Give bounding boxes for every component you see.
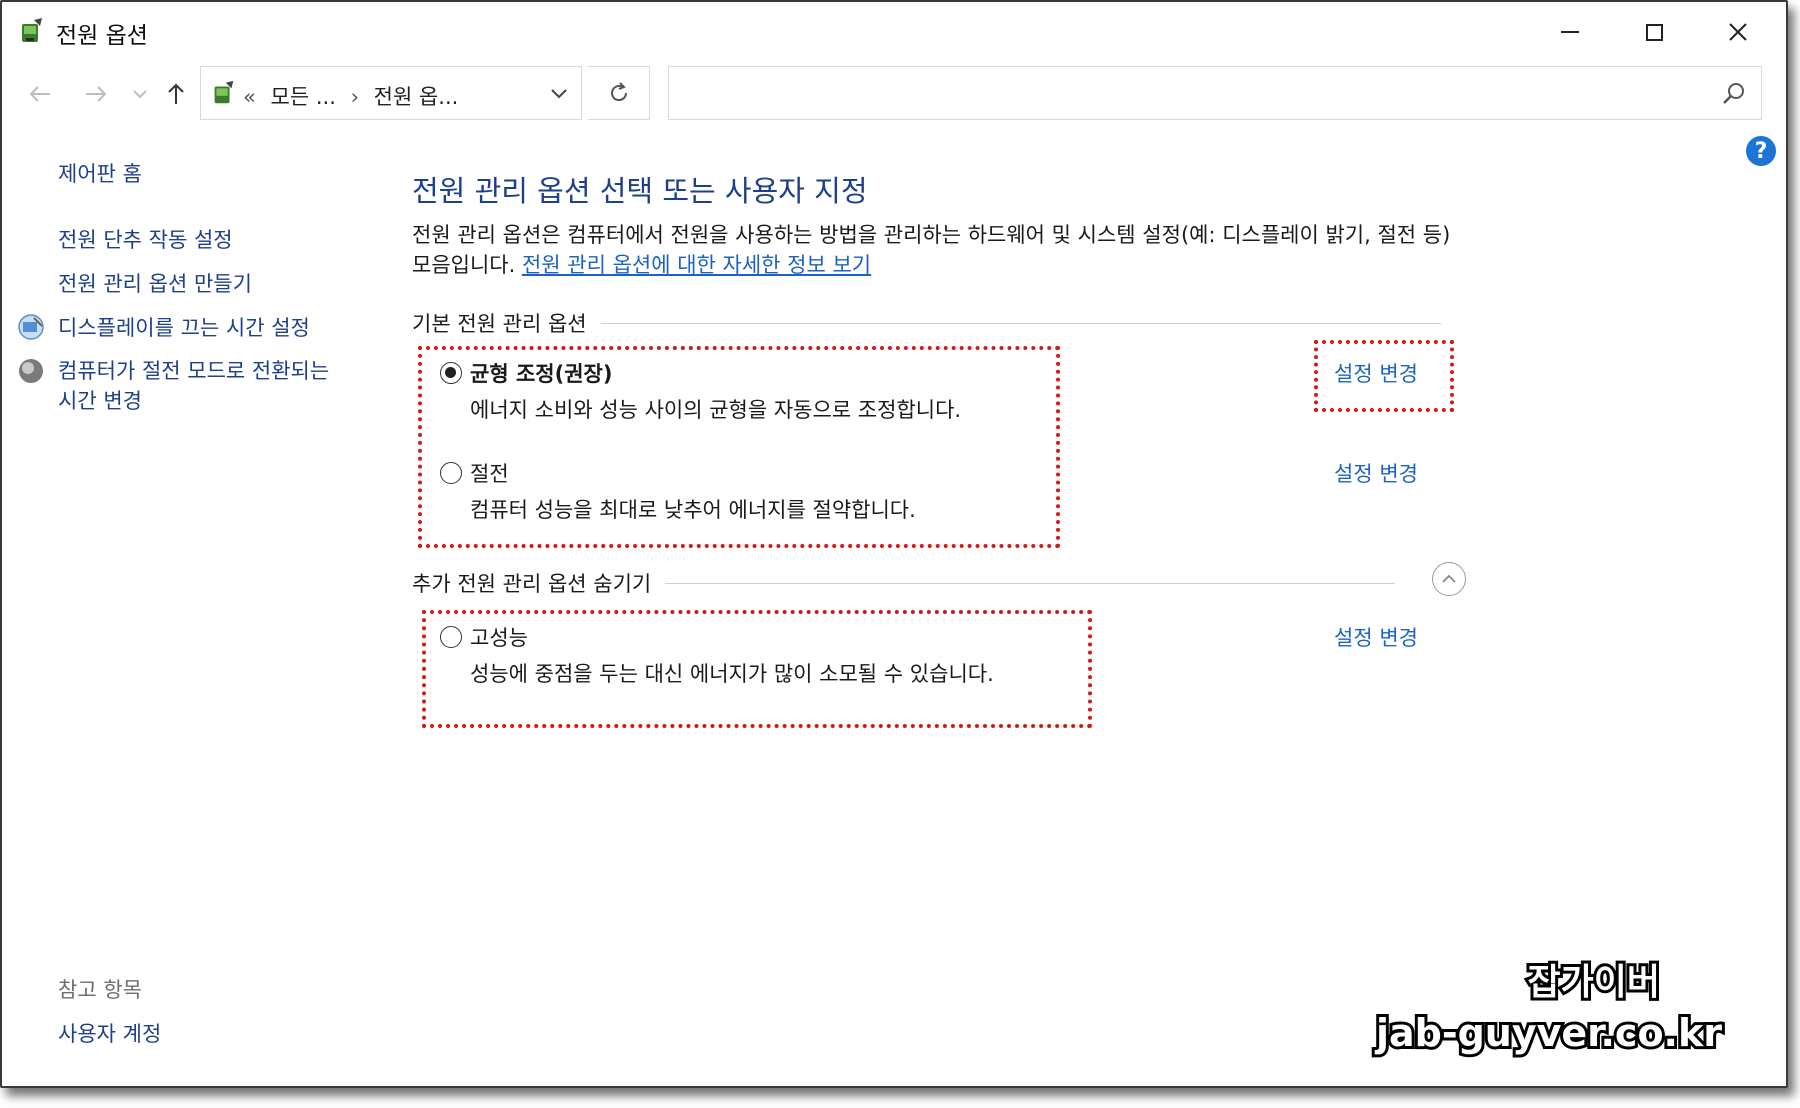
see-also-heading: 참고 항목 [58,978,142,1002]
left-pane: 제어판 홈 전원 단추 작동 설정 전원 관리 옵션 만들기 디스플레이를 끄는… [2,132,382,1086]
page-description: 전원 관리 옵션은 컴퓨터에서 전원을 사용하는 방법을 관리하는 하드웨어 및… [412,220,1464,280]
chevron-up-icon [1442,574,1456,583]
change-settings-link-high-performance[interactable]: 설정 변경 [1334,622,1418,652]
section-divider [665,582,1396,584]
breadcrumb-power-options[interactable]: 전원 옵... [374,85,459,109]
maximize-icon [1645,23,1663,41]
additional-plans-label[interactable]: 추가 전원 관리 옵션 숨기기 [412,568,651,598]
watermark-line-1: 잡가이버 [1528,962,1660,1003]
power-options-icon [214,80,234,104]
additional-plans-heading[interactable]: 추가 전원 관리 옵션 숨기기 [412,568,1472,598]
change-settings-link-power-saver[interactable]: 설정 변경 [1334,458,1418,488]
watermark: 잡가이버 jab-guyver.co.kr [1370,954,1730,1058]
search-icon [1723,83,1744,104]
highlight-box-high-performance [422,610,1092,728]
highlight-box-plans [418,346,1060,548]
sidebar-item-sleep-time[interactable]: 컴퓨터가 절전 모드로 전환되는 시간 변경 [58,356,348,416]
search-input[interactable] [677,75,1681,113]
collapse-additional-plans-button[interactable] [1432,562,1466,596]
chevron-down-icon [133,90,147,99]
close-icon [1729,23,1747,41]
minimize-button[interactable] [1540,12,1600,52]
sidebar-item-display-off-time[interactable]: 디스플레이를 끄는 시간 설정 [58,312,310,342]
preferred-plans-heading: 기본 전원 관리 옵션 [412,308,1462,338]
page-title: 전원 관리 옵션 선택 또는 사용자 지정 [412,174,868,208]
control-panel-home-link[interactable]: 제어판 홈 [58,158,142,188]
window-title: 전원 옵션 [56,23,148,49]
sidebar-item-create-plan[interactable]: 전원 관리 옵션 만들기 [58,268,252,298]
search-box[interactable] [668,66,1762,120]
sidebar-item-power-buttons[interactable]: 전원 단추 작동 설정 [58,224,233,254]
navigation-bar: « 모든 ... › 전원 옵... [2,64,1786,124]
up-arrow-icon [168,83,184,104]
address-dropdown-button[interactable] [541,77,577,111]
forward-arrow-icon [86,86,107,102]
close-button[interactable] [1708,12,1768,52]
section-divider [600,322,1441,324]
back-button[interactable] [22,76,58,112]
back-arrow-icon [29,86,50,102]
highlight-box-change-settings [1314,340,1454,412]
refresh-button[interactable] [588,66,650,120]
see-also-user-accounts-link[interactable]: 사용자 계정 [58,1018,161,1048]
power-options-window: 전원 옵션 « 모든 ... › 전원 옵... ? 제어판 홈 전원 단추 작… [0,0,1788,1088]
breadcrumb-separator: › [350,85,359,109]
refresh-icon [610,82,627,102]
breadcrumb-overflow[interactable]: « [243,85,256,109]
breadcrumb: « 모든 ... › 전원 옵... [243,81,458,111]
preferred-plans-label: 기본 전원 관리 옵션 [412,312,587,336]
watermark-line-2: jab-guyver.co.kr [1374,1011,1722,1055]
chevron-down-icon [551,89,567,99]
watermark-logo: 잡가이버 jab-guyver.co.kr [1371,959,1725,1058]
help-icon[interactable]: ? [1746,136,1776,166]
breadcrumb-all-items[interactable]: 모든 ... [271,85,336,109]
maximize-button[interactable] [1624,12,1684,52]
title-bar: 전원 옵션 [2,2,1786,60]
learn-more-link[interactable]: 전원 관리 옵션에 대한 자세한 정보 보기 [522,253,871,277]
power-options-icon [22,18,42,42]
display-settings-icon [18,314,44,340]
recent-locations-button[interactable] [122,76,158,112]
address-bar[interactable]: « 모든 ... › 전원 옵... [200,66,582,120]
minimize-icon [1561,31,1579,33]
sleep-settings-icon [19,359,43,383]
forward-button[interactable] [78,76,114,112]
up-button[interactable] [158,76,194,112]
